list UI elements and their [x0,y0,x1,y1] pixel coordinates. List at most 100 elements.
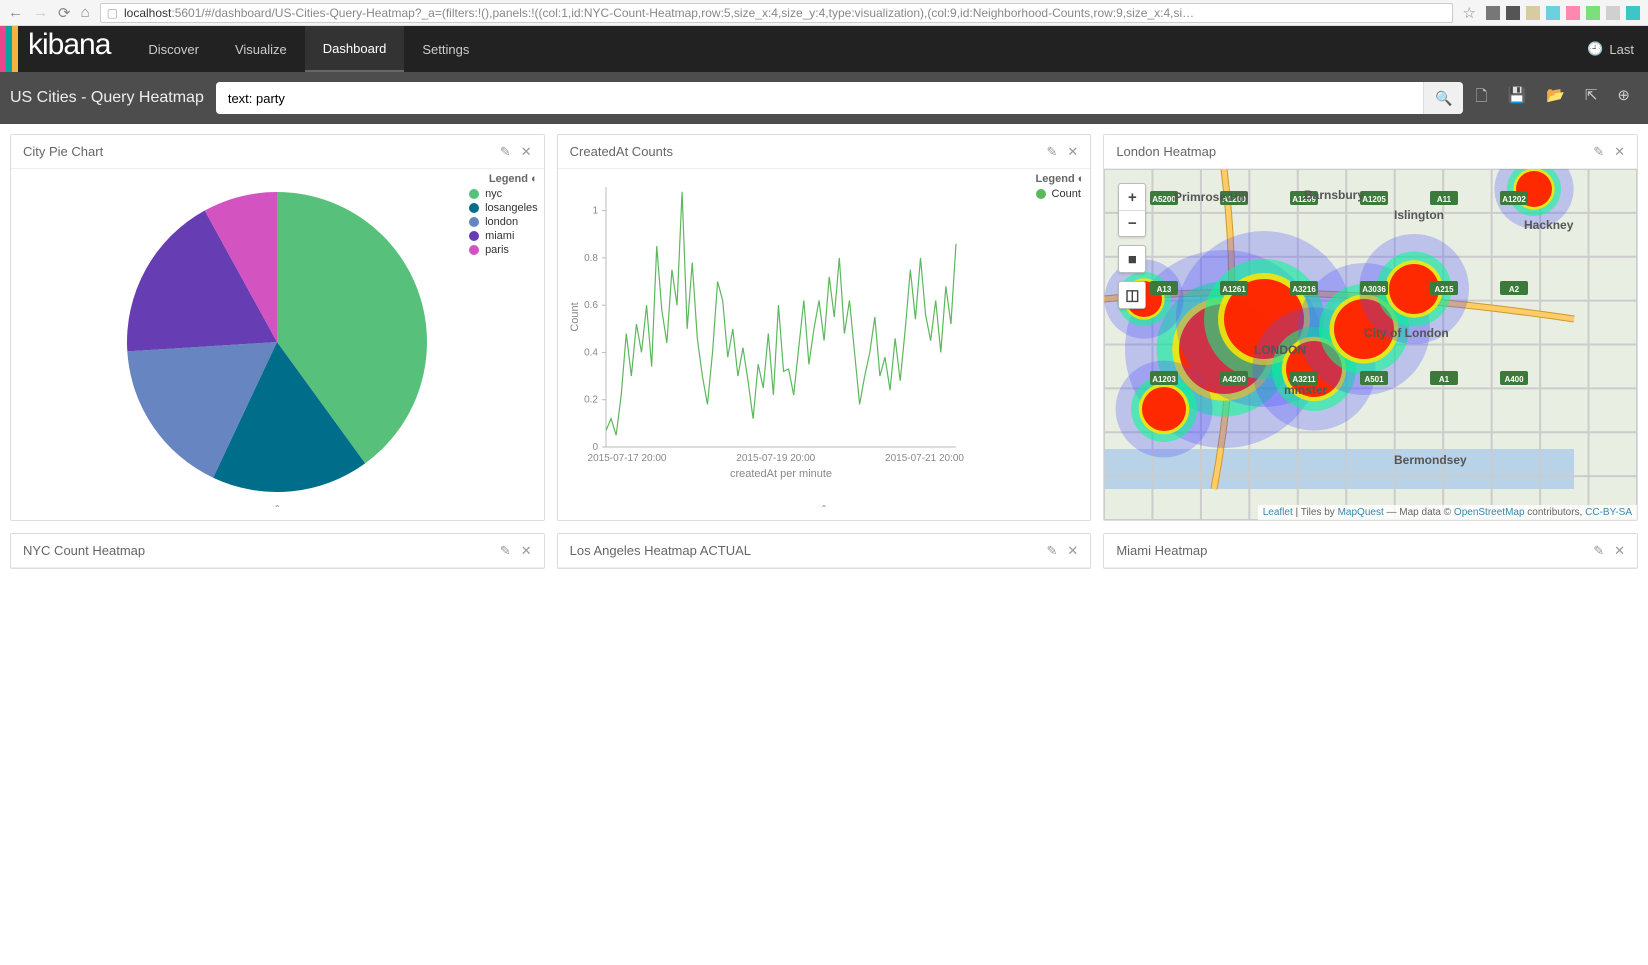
close-icon[interactable]: ✕ [1067,144,1078,160]
map-controls: +− ■ ◫ [1118,183,1146,309]
panel-nyc-heatmap: NYC Count Heatmap ✎ ✕ 49567827825A440279… [10,533,545,569]
ext-icon[interactable] [1566,6,1580,20]
legend-toggle-icon[interactable]: ◐ [531,173,538,185]
zoom-in-button[interactable]: + [1119,184,1145,210]
panel-collapse[interactable]: ˆ [11,500,544,520]
panel-title: CreatedAt Counts [570,144,673,159]
dashboard-grid: City Pie Chart ✎ ✕ Legend◐ nyclosangeles… [0,124,1648,579]
svg-text:Hackney: Hackney [1524,218,1574,232]
panel-collapse[interactable]: ˆ [558,500,1091,520]
svg-text:Barnsbury: Barnsbury [1304,188,1364,202]
line-chart: 00.20.40.60.812015-07-17 20:002015-07-19… [566,177,1026,487]
browser-toolbar: ← → ⟳ ⌂ ▢ localhost:5601/#/dashboard/US-… [0,0,1648,26]
add-icon[interactable]: ⊕ [1617,86,1630,111]
close-icon[interactable]: ✕ [1614,144,1625,160]
svg-text:A3036: A3036 [1363,285,1387,294]
svg-text:A1205: A1205 [1363,195,1387,204]
query-bar: 🔍 [216,82,1464,114]
nav-tab-discover[interactable]: Discover [130,26,217,72]
url-bar[interactable]: ▢ localhost:5601/#/dashboard/US-Cities-Q… [100,3,1453,23]
panel-title: City Pie Chart [23,144,103,159]
forward-icon: → [33,4,48,21]
clock-icon: 🕘 [1587,41,1603,57]
zoom-out-button[interactable]: − [1119,210,1145,236]
svg-text:A1203: A1203 [1153,375,1177,384]
open-icon[interactable]: 📂 [1546,86,1565,111]
ext-icon[interactable] [1506,6,1520,20]
ext-icon[interactable] [1526,6,1540,20]
nav-tab-settings[interactable]: Settings [404,26,487,72]
url-host: localhost [124,6,171,20]
ext-icon[interactable] [1606,6,1620,20]
svg-text:A1261: A1261 [1223,285,1247,294]
close-icon[interactable]: ✕ [521,543,532,559]
back-icon[interactable]: ← [8,4,23,21]
save-icon[interactable]: 💾 [1507,86,1526,111]
pie-legend: Legend◐ nyclosangeleslondonmiamiparis [469,173,538,258]
svg-text:Bermondsey: Bermondsey [1394,453,1467,467]
brand-stripes [0,26,18,72]
svg-text:A5200: A5200 [1153,195,1177,204]
svg-text:0.8: 0.8 [584,253,598,264]
map-london[interactable]: A5200A1200A1209A1205A11A1202A13A1261A321… [1104,169,1637,520]
edit-icon[interactable]: ✎ [500,144,511,160]
edit-icon[interactable]: ✎ [1047,543,1058,559]
svg-text:0.2: 0.2 [584,395,598,406]
dashboard-actions: 🗋 💾 📂 ⇱ ⊕ [1475,86,1638,111]
edit-icon[interactable]: ✎ [1593,543,1604,559]
crop-button[interactable]: ◫ [1119,282,1145,308]
svg-text:Islington: Islington [1394,208,1444,222]
svg-text:A1202: A1202 [1503,195,1527,204]
nav-tab-visualize[interactable]: Visualize [217,26,305,72]
svg-text:A1: A1 [1439,375,1450,384]
search-button[interactable]: 🔍 [1423,82,1463,114]
svg-text:City of London: City of London [1364,326,1449,340]
edit-icon[interactable]: ✎ [500,543,511,559]
svg-text:2015-07-21 20:00: 2015-07-21 20:00 [885,453,964,464]
dashboard-title: US Cities - Query Heatmap [10,89,204,107]
edit-icon[interactable]: ✎ [1047,144,1058,160]
ext-icon[interactable] [1586,6,1600,20]
chevron-up-icon: ˆ [275,503,279,517]
legend-toggle-icon[interactable]: ◐ [1078,173,1085,185]
star-icon[interactable]: ☆ [1463,4,1476,22]
svg-text:0.4: 0.4 [584,347,598,358]
svg-text:A2: A2 [1509,285,1520,294]
svg-text:Primrose Hill: Primrose Hill [1174,190,1248,204]
nav-tab-dashboard[interactable]: Dashboard [305,26,405,72]
share-icon[interactable]: ⇱ [1585,86,1598,111]
svg-text:A4200: A4200 [1223,375,1247,384]
svg-text:LONDON: LONDON [1254,343,1306,357]
svg-text:0.6: 0.6 [584,300,598,311]
ext-icon[interactable] [1546,6,1560,20]
time-picker[interactable]: 🕘 Last [1573,26,1648,72]
svg-text:minster: minster [1284,383,1328,397]
panel-title: London Heatmap [1116,144,1216,159]
svg-text:A215: A215 [1435,285,1455,294]
close-icon[interactable]: ✕ [1067,543,1078,559]
home-icon[interactable]: ⌂ [81,4,90,21]
svg-text:createdAt per minute: createdAt per minute [730,468,832,480]
close-icon[interactable]: ✕ [521,144,532,160]
time-label: Last [1609,42,1634,57]
line-legend: Legend◐ Count [1036,173,1085,202]
search-icon: 🔍 [1435,90,1452,106]
ext-icon[interactable] [1626,6,1640,20]
pie-chart [107,182,447,492]
query-input[interactable] [216,82,1424,114]
svg-text:1: 1 [592,206,598,217]
url-path: /#/dashboard/US-Cities-Query-Heatmap?_a=… [201,6,1194,20]
panel-title: Los Angeles Heatmap ACTUAL [570,543,751,558]
close-icon[interactable]: ✕ [1614,543,1625,559]
svg-text:A11: A11 [1437,195,1452,204]
svg-text:2015-07-17 20:00: 2015-07-17 20:00 [587,453,666,464]
edit-icon[interactable]: ✎ [1593,144,1604,160]
app-logo: kibana [18,26,130,72]
extension-icons [1486,6,1640,20]
panel-title: Miami Heatmap [1116,543,1207,558]
svg-text:2015-07-19 20:00: 2015-07-19 20:00 [736,453,815,464]
new-icon[interactable]: 🗋 [1475,86,1487,111]
fit-button[interactable]: ■ [1119,246,1145,272]
reload-icon[interactable]: ⟳ [58,4,71,22]
ext-icon[interactable] [1486,6,1500,20]
